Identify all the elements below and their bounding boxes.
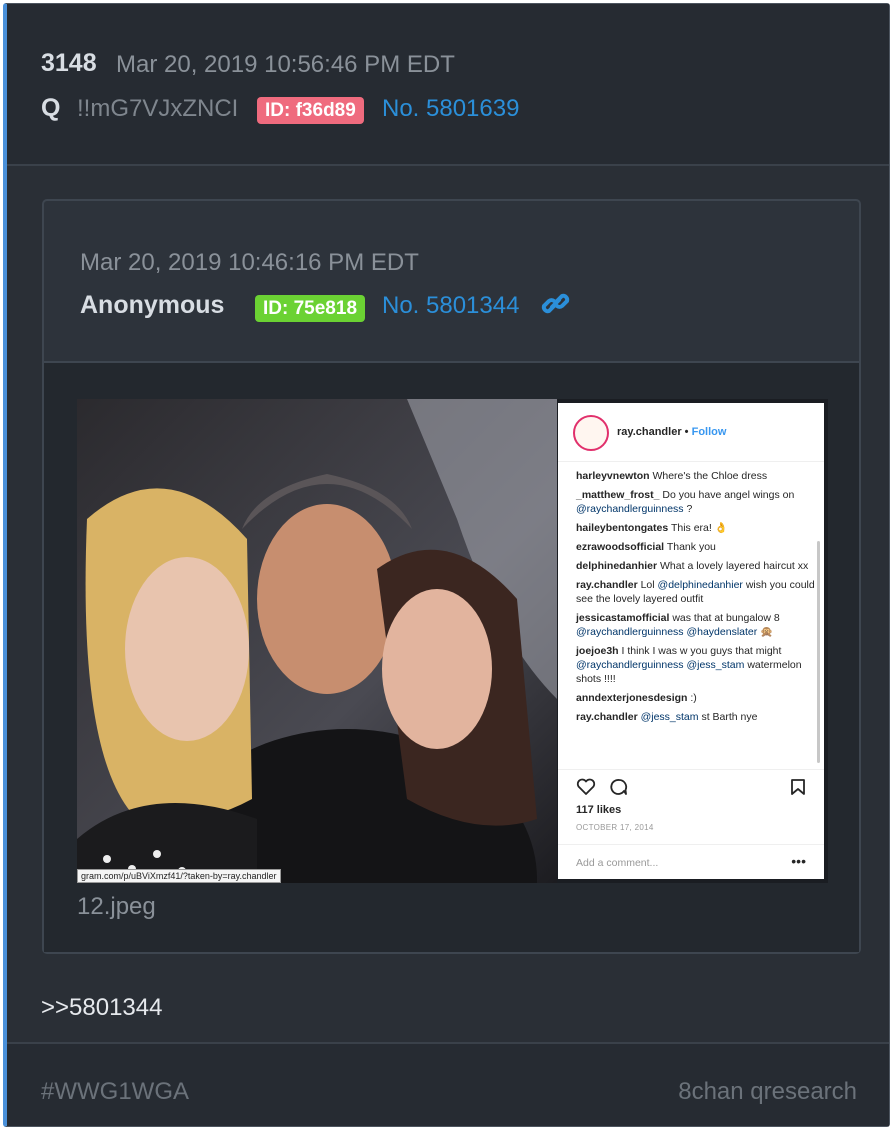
ig-username: ray.chandler [617, 426, 682, 438]
ig-add-comment: Add a comment... ••• [558, 844, 824, 879]
post-header: 3148 Mar 20, 2019 10:56:46 PM EDT Q !!mG… [7, 4, 889, 166]
ig-comment: anndexterjonesdesign :) [576, 692, 697, 704]
ig-header: ray.chandler • Follow [558, 403, 824, 462]
instagram-panel: ray.chandler • Follow harleyvnewton Wher… [558, 403, 824, 879]
quoted-post-body: gram.com/p/uBViXmzf41/?taken-by=ray.chan… [44, 363, 859, 952]
ig-date: OCTOBER 17, 2014 [576, 823, 654, 832]
ig-comment: joejoe3h I think I was w you guys that m… [576, 645, 802, 685]
post-number: 3148 [41, 49, 97, 77]
post-date: Mar 20, 2019 10:56:46 PM EDT [116, 51, 455, 78]
bookmark-icon [791, 779, 805, 795]
quoted-author: Anonymous [80, 291, 225, 319]
post-footer: #WWG1WGA 8chan qresearch [7, 1042, 889, 1126]
ig-add-comment-placeholder: Add a comment... [576, 857, 659, 869]
heart-icon [576, 778, 596, 795]
image-filename[interactable]: 12.jpeg [77, 893, 156, 921]
browser-url-bar: gram.com/p/uBViXmzf41/?taken-by=ray.chan… [77, 869, 281, 883]
ig-comment: harleyvnewton Where's the Chloe dress [576, 470, 768, 482]
ig-comment: _matthew_frost_ Do you have angel wings … [576, 489, 795, 515]
source-label: 8chan qresearch [678, 1078, 857, 1105]
post-author: Q [41, 94, 61, 122]
photo-image [77, 399, 557, 883]
ig-comment: ray.chandler @jess_stam st Barth nye [576, 711, 758, 723]
ig-actions: 117 likes OCTOBER 17, 2014 Add a comment… [558, 769, 824, 878]
post-tripcode: !!mG7VJxZNCI [77, 95, 239, 122]
quoted-date: Mar 20, 2019 10:46:16 PM EDT [80, 249, 419, 276]
ig-comment: jessicastamofficial was that at bungalow… [576, 612, 780, 638]
ig-follow-button: Follow [691, 426, 727, 438]
post-number-link[interactable]: No. 5801639 [382, 95, 519, 123]
quoted-post: Mar 20, 2019 10:46:16 PM EDT Anonymous I… [42, 199, 861, 954]
ig-comment: ray.chandler Lol @delphinedanhier wish y… [576, 579, 815, 605]
ig-separator: • [684, 426, 689, 438]
post-id-badge: ID: f36d89 [257, 97, 364, 124]
ig-comment: delphinedanhier What a lovely layered ha… [576, 560, 809, 572]
reply-link[interactable]: >>5801344 [41, 994, 162, 1022]
hashtag: #WWG1WGA [41, 1078, 189, 1105]
quoted-id-badge: ID: 75e818 [255, 295, 366, 322]
post-card: 3148 Mar 20, 2019 10:56:46 PM EDT Q !!mG… [3, 3, 890, 1127]
ig-avatar [573, 415, 609, 451]
ig-comment: haileybentongates This era! 👌 [576, 522, 728, 534]
ig-comment: ezrawoodsofficial Thank you [576, 541, 716, 553]
ig-comment-list: harleyvnewton Where's the Chloe dress _m… [576, 469, 816, 729]
attached-image[interactable]: gram.com/p/uBViXmzf41/?taken-by=ray.chan… [77, 399, 828, 883]
comment-icon [610, 779, 628, 795]
quoted-post-number-link[interactable]: No. 5801344 [382, 292, 519, 320]
link-icon[interactable] [541, 290, 571, 323]
ig-username-line: ray.chandler • Follow [617, 426, 726, 438]
ig-more-icon: ••• [791, 853, 806, 869]
ig-scrollbar [817, 541, 820, 763]
ig-likes: 117 likes [576, 804, 622, 816]
quoted-post-header: Mar 20, 2019 10:46:16 PM EDT Anonymous I… [44, 201, 859, 363]
